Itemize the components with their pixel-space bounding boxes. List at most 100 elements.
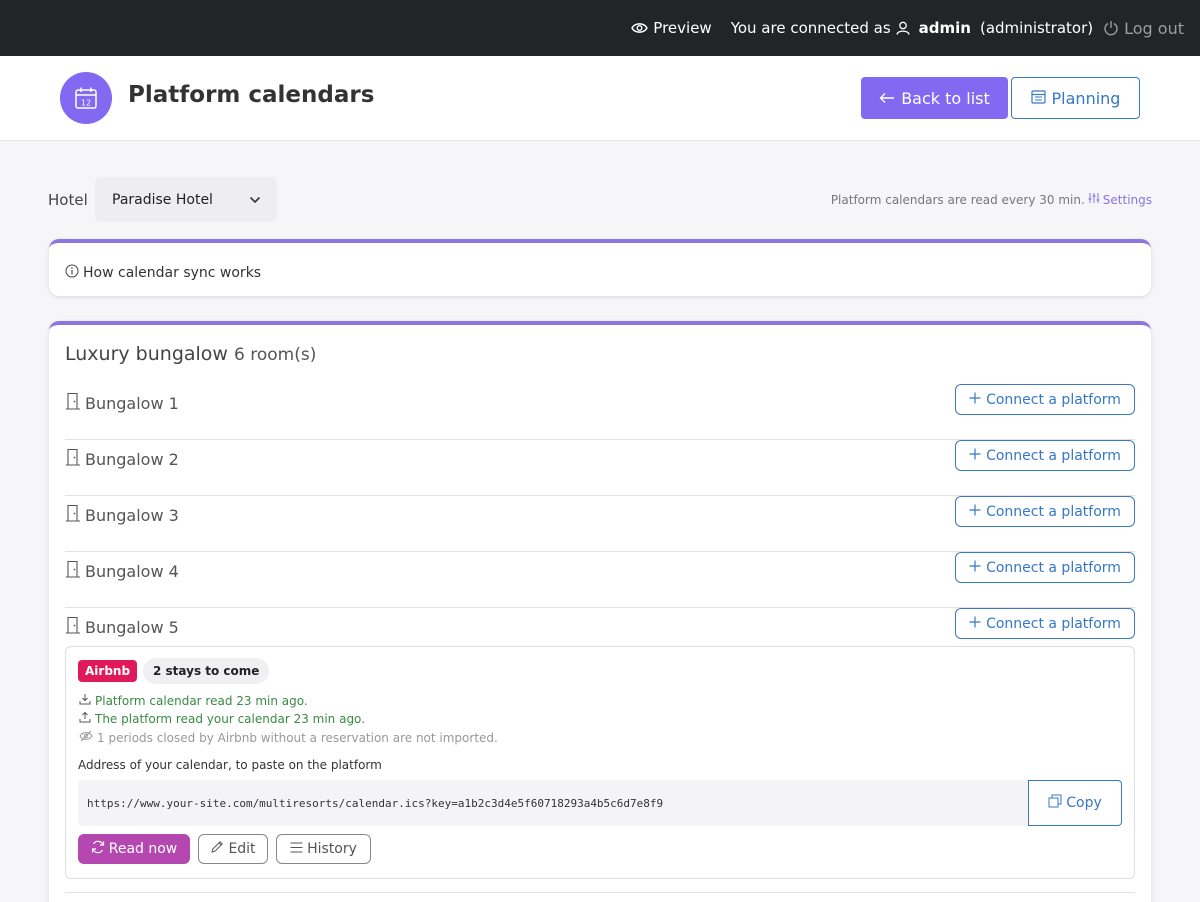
history-label: History bbox=[307, 841, 357, 857]
eye-slash-icon bbox=[79, 730, 93, 745]
export-status: The platform read your calendar 23 min a… bbox=[79, 711, 365, 726]
hotel-selected-value: Paradise Hotel bbox=[112, 191, 213, 208]
planning-button[interactable]: Planning bbox=[1011, 77, 1140, 119]
connect-label: Connect a platform bbox=[986, 391, 1121, 408]
import-status-text: Platform calendar read 23 min ago. bbox=[95, 693, 308, 708]
power-icon bbox=[1103, 20, 1119, 36]
closed-periods-note: 1 periods closed by Airbnb without a res… bbox=[79, 730, 498, 745]
connect-label: Connect a platform bbox=[986, 447, 1121, 464]
room-name: Bungalow 3 bbox=[65, 504, 179, 526]
planning-label: Planning bbox=[1051, 88, 1121, 108]
room-type-name: Luxury bungalow bbox=[65, 343, 228, 365]
row-divider bbox=[65, 892, 1135, 893]
top-bar: Preview You are connected as admin (admi… bbox=[0, 0, 1200, 56]
platform-connection: Airbnb 2 stays to come Platform calendar… bbox=[65, 646, 1135, 879]
room-type-card: Luxury bungalow 6 room(s) Bungalow 1 Con… bbox=[49, 321, 1151, 902]
read-now-label: Read now bbox=[108, 841, 178, 857]
closed-periods-text: 1 periods closed by Airbnb without a res… bbox=[97, 730, 498, 745]
door-icon bbox=[65, 560, 81, 582]
user-name[interactable]: admin bbox=[919, 19, 971, 37]
logout-label: Log out bbox=[1124, 18, 1184, 38]
arrow-left-icon bbox=[879, 89, 895, 108]
hotel-label: Hotel bbox=[48, 191, 88, 209]
calendar-icon bbox=[1030, 89, 1046, 108]
settings-label: Settings bbox=[1102, 192, 1152, 207]
door-icon bbox=[65, 504, 81, 526]
connect-platform-button[interactable]: Connect a platform bbox=[955, 552, 1135, 583]
copy-icon bbox=[1048, 794, 1062, 812]
plus-icon bbox=[969, 448, 981, 464]
calendar-logo-icon: 12 bbox=[60, 72, 112, 124]
back-label: Back to list bbox=[901, 88, 990, 108]
sliders-icon bbox=[1088, 192, 1100, 207]
hotel-select[interactable]: Paradise Hotel bbox=[95, 177, 277, 222]
export-status-text: The platform read your calendar 23 min a… bbox=[95, 711, 366, 726]
room-name: Bungalow 2 bbox=[65, 448, 179, 470]
user-role: (administrator) bbox=[979, 19, 1094, 37]
connect-platform-button[interactable]: Connect a platform bbox=[955, 496, 1135, 527]
room-row: Bungalow 4 Connect a platform bbox=[65, 552, 1135, 608]
room-name: Bungalow 4 bbox=[65, 560, 179, 582]
page-header: 12 Platform calendars Back to list Plann… bbox=[0, 56, 1200, 141]
user-icon bbox=[896, 21, 910, 35]
room-name-label: Bungalow 4 bbox=[85, 561, 179, 581]
stays-badge: 2 stays to come bbox=[143, 658, 270, 684]
connect-label: Connect a platform bbox=[986, 615, 1121, 632]
logo-day: 12 bbox=[81, 99, 91, 108]
room-count: 6 room(s) bbox=[234, 345, 317, 365]
room-name-label: Bungalow 5 bbox=[85, 617, 179, 637]
room-name-label: Bungalow 3 bbox=[85, 505, 179, 525]
door-icon bbox=[65, 392, 81, 414]
door-icon bbox=[65, 448, 81, 470]
history-button[interactable]: History bbox=[276, 834, 371, 864]
read-now-button[interactable]: Read now bbox=[78, 834, 190, 864]
connect-platform-button[interactable]: Connect a platform bbox=[955, 440, 1135, 471]
read-frequency-note: Platform calendars are read every 30 min… bbox=[831, 192, 1152, 207]
upload-icon bbox=[79, 711, 91, 726]
download-icon bbox=[79, 693, 91, 708]
door-icon bbox=[65, 616, 81, 638]
chevron-down-icon bbox=[249, 192, 261, 208]
read-note-text: Platform calendars are read every 30 min… bbox=[830, 192, 1085, 207]
room-name-label: Bungalow 1 bbox=[85, 393, 179, 413]
connected-prefix: You are connected as bbox=[730, 19, 891, 37]
pencil-icon bbox=[210, 840, 224, 858]
room-type-heading: Luxury bungalow 6 room(s) bbox=[65, 343, 316, 365]
logout-link[interactable]: Log out bbox=[1103, 19, 1184, 38]
room-name-label: Bungalow 2 bbox=[85, 449, 179, 469]
page-title: Platform calendars bbox=[128, 82, 375, 108]
info-icon bbox=[65, 264, 79, 282]
connect-label: Connect a platform bbox=[986, 503, 1121, 520]
plus-icon bbox=[969, 392, 981, 408]
platform-badge: Airbnb bbox=[78, 660, 138, 682]
connect-platform-button[interactable]: Connect a platform bbox=[955, 608, 1135, 639]
preview-link[interactable]: Preview bbox=[631, 19, 712, 37]
sync-help-label: How calendar sync works bbox=[83, 265, 262, 281]
room-row: Bungalow 1 Connect a platform bbox=[65, 384, 1135, 440]
connect-platform-button[interactable]: Connect a platform bbox=[955, 384, 1135, 415]
room-name: Bungalow 5 bbox=[65, 616, 179, 638]
room-row: Bungalow 3 Connect a platform bbox=[65, 496, 1135, 552]
edit-button[interactable]: Edit bbox=[198, 834, 268, 864]
eye-icon bbox=[631, 22, 649, 34]
back-to-list-button[interactable]: Back to list bbox=[861, 77, 1008, 119]
copy-button[interactable]: Copy bbox=[1028, 780, 1122, 826]
edit-label: Edit bbox=[228, 841, 256, 857]
calendar-url-field[interactable]: https://www.your-site.com/multiresorts/c… bbox=[78, 780, 1028, 826]
refresh-icon bbox=[91, 840, 105, 858]
list-icon bbox=[290, 841, 303, 857]
plus-icon bbox=[969, 560, 981, 576]
import-status: Platform calendar read 23 min ago. bbox=[79, 693, 308, 708]
copy-label: Copy bbox=[1066, 795, 1102, 811]
preview-label: Preview bbox=[653, 19, 712, 37]
room-name: Bungalow 1 bbox=[65, 392, 179, 414]
settings-link[interactable]: Settings bbox=[1088, 192, 1152, 207]
plus-icon bbox=[969, 504, 981, 520]
room-row: Bungalow 2 Connect a platform bbox=[65, 440, 1135, 496]
connect-label: Connect a platform bbox=[986, 559, 1121, 576]
connected-user: You are connected as admin (administrato… bbox=[731, 19, 1093, 37]
sync-info-card: How calendar sync works bbox=[49, 239, 1151, 296]
sync-help-toggle[interactable]: How calendar sync works bbox=[65, 264, 261, 282]
plus-icon bbox=[969, 616, 981, 632]
calendar-address-label: Address of your calendar, to paste on th… bbox=[78, 758, 382, 772]
